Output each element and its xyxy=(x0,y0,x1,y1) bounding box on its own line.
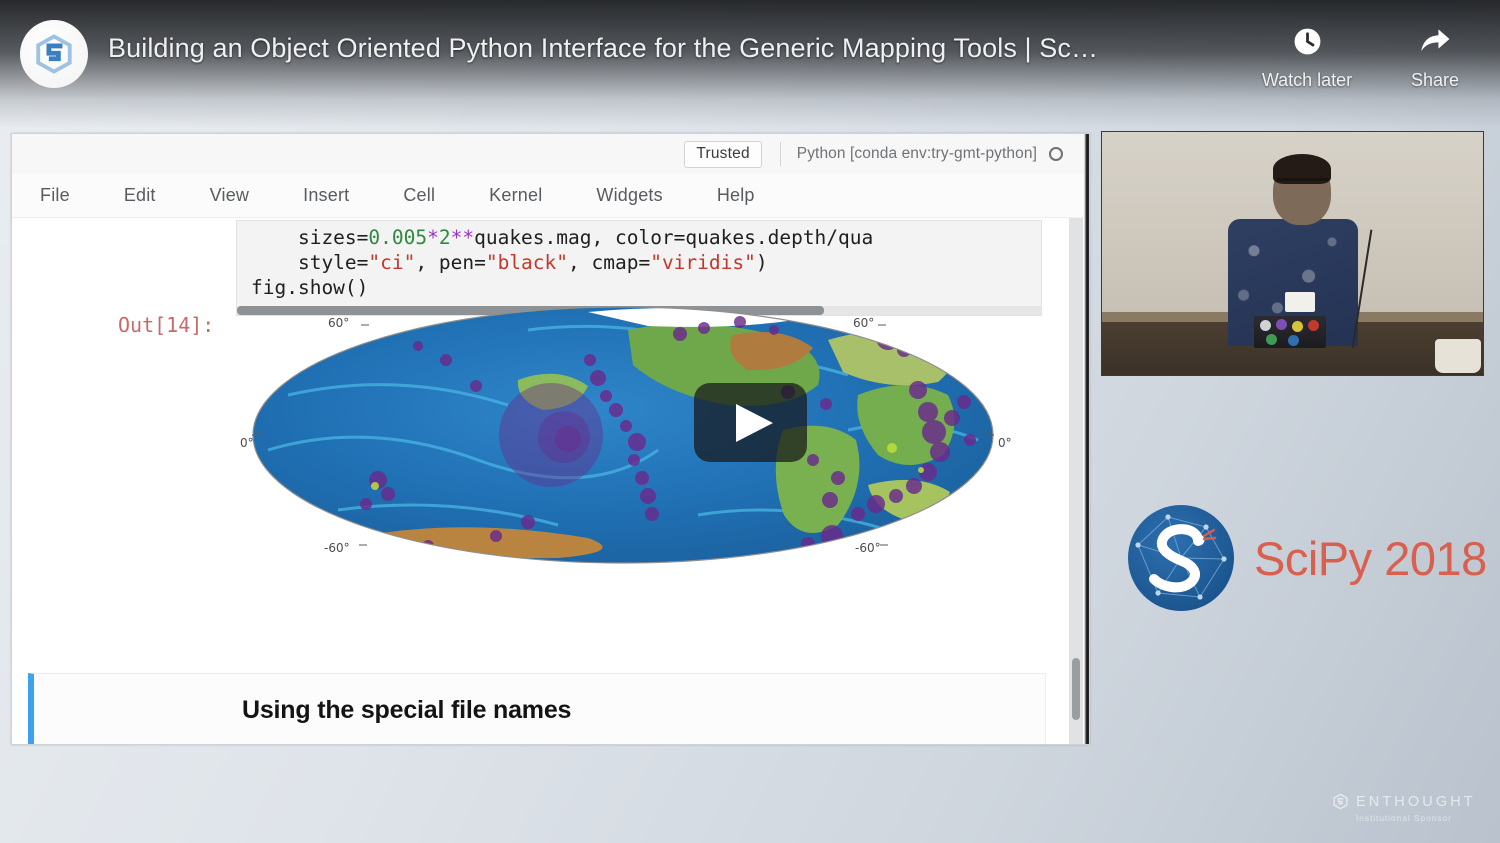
laptop-sticker xyxy=(1266,334,1278,346)
youtube-video-player[interactable]: Trusted Python [conda env:try-gmt-python… xyxy=(0,0,1500,843)
output-figure-map: 60° 0° -60° 60° 0° -60° xyxy=(228,300,1048,590)
header-divider xyxy=(779,142,781,166)
markdown-paragraph: The Earth relief data can be accessed us… xyxy=(242,743,1032,744)
trusted-button[interactable]: Trusted xyxy=(684,140,762,168)
menu-item-file[interactable]: File xyxy=(40,185,70,206)
kernel-name-label: Python [conda env:try-gmt-python] xyxy=(796,145,1037,162)
menu-item-kernel[interactable]: Kernel xyxy=(489,185,542,206)
menu-item-edit[interactable]: Edit xyxy=(124,185,156,206)
speaker-video-inset xyxy=(1101,131,1484,376)
kernel-idle-circle-icon[interactable] xyxy=(1049,147,1063,161)
laptop-sticker xyxy=(1260,320,1272,332)
menu-item-help[interactable]: Help xyxy=(717,185,755,206)
laptop-sticker xyxy=(1288,335,1300,347)
sponsor-subtitle: Institutional Sponsor xyxy=(1355,813,1452,823)
mollweide-map-svg xyxy=(252,306,994,564)
video-title[interactable]: Building an Object Oriented Python Inter… xyxy=(108,33,1098,64)
output-prompt-label: Out[14]: xyxy=(118,313,215,337)
enthought-e-icon xyxy=(1333,793,1348,810)
code-line-1: sizes=0.005*2**quakes.mag, color=quakes.… xyxy=(251,226,874,249)
speaker-name-badge xyxy=(1284,292,1315,313)
menu-item-widgets[interactable]: Widgets xyxy=(596,185,662,206)
clock-icon xyxy=(1291,20,1324,62)
axis-label-right-60: 60° xyxy=(853,316,875,330)
axis-label-right-0: 0° xyxy=(998,436,1012,450)
laptop-sticker xyxy=(1308,320,1320,332)
notebook-menubar: File Edit View Insert Cell Kernel Widget… xyxy=(12,174,1089,218)
share-button[interactable]: Share xyxy=(1396,20,1474,91)
share-arrow-icon xyxy=(1417,20,1453,62)
speaker-glasses-icon xyxy=(1277,178,1330,187)
watch-later-label: Watch later xyxy=(1261,70,1353,90)
cup xyxy=(1435,339,1481,373)
enthought-e-logo-icon xyxy=(36,34,72,74)
scipy-snake-logo-icon xyxy=(1128,505,1234,611)
scipy-year-label: SciPy 2018 xyxy=(1254,531,1487,585)
sponsor-name: ENTHOUGHT xyxy=(1356,793,1476,810)
jupyter-notebook-panel: Trusted Python [conda env:try-gmt-python… xyxy=(11,133,1090,745)
laptop-sticker xyxy=(1292,321,1304,333)
scrollbar-thumb[interactable] xyxy=(1072,658,1080,720)
notebook-header: Trusted Python [conda env:try-gmt-python… xyxy=(12,134,1089,174)
markdown-cell[interactable]: Using the special file names The Earth r… xyxy=(28,673,1046,744)
notebook-scroll-body: sizes=0.005*2**quakes.mag, color=quakes.… xyxy=(12,218,1089,744)
sponsor-footer: ENTHOUGHT Institutional Sponsor xyxy=(1332,793,1476,823)
channel-avatar[interactable] xyxy=(20,20,88,88)
menu-item-view[interactable]: View xyxy=(210,185,250,206)
play-icon xyxy=(736,404,773,442)
watch-later-button[interactable]: Watch later xyxy=(1246,20,1368,91)
play-button[interactable] xyxy=(694,383,807,462)
markdown-heading: Using the special file names xyxy=(242,696,572,724)
scipy-branding: SciPy 2018 xyxy=(1128,505,1487,611)
notebook-vertical-scrollbar[interactable] xyxy=(1069,218,1083,744)
menu-item-cell[interactable]: Cell xyxy=(403,185,435,206)
code-line-3: fig.show() xyxy=(251,276,369,299)
code-line-2: style="ci", pen="black", cmap="viridis") xyxy=(251,251,768,274)
laptop-sticker xyxy=(1276,319,1288,331)
axis-label-left-neg60: -60° xyxy=(324,541,350,555)
menu-item-insert[interactable]: Insert xyxy=(303,185,349,206)
share-label: Share xyxy=(1410,70,1460,90)
notebook-right-edge xyxy=(1084,134,1089,744)
axis-label-left-60: 60° xyxy=(328,316,350,330)
axis-label-left-0: 0° xyxy=(240,436,254,450)
axis-label-right-neg60: -60° xyxy=(855,541,881,555)
laptop xyxy=(1254,316,1327,349)
player-top-overlay: Building an Object Oriented Python Inter… xyxy=(0,0,1500,128)
